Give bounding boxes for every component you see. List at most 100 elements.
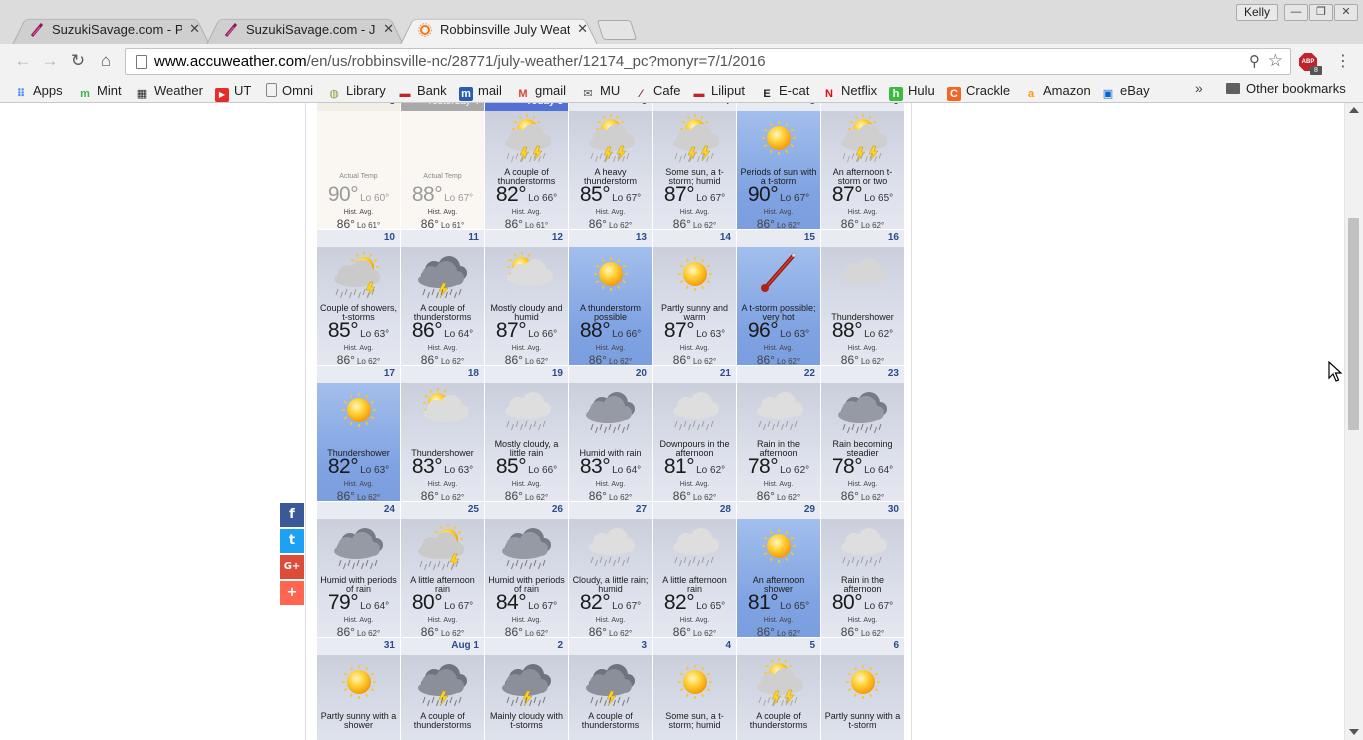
calendar-day-cell[interactable]: 11 A couple of thunderstorms 86° Lo 64° Hist… <box>401 230 484 365</box>
profile-button[interactable]: Kelly <box>1236 4 1278 21</box>
calendar-day-cell[interactable]: 16 Thundershower 88° Lo 62° Hist. Avg. 86° Lo … <box>821 230 904 365</box>
tab-suzuki-posts[interactable]: SuzukiSavage.com - Pos ✕ <box>12 14 210 45</box>
calendar-day-cell[interactable]: 23 Rain becoming steadier 78° Lo 64° Hist. A… <box>821 366 904 501</box>
reload-icon[interactable]: ↻ <box>68 51 88 71</box>
close-tab-icon[interactable]: ✕ <box>383 21 394 37</box>
scroll-down-arrow-icon[interactable] <box>1349 729 1359 735</box>
high-temp: 87° <box>831 183 863 206</box>
bookmark-label: eBay <box>1120 83 1150 98</box>
weather-icon: ▦ <box>136 88 148 100</box>
bookmark-gmail[interactable]: Mgmail <box>516 81 566 101</box>
page-info-icon[interactable] <box>136 55 147 69</box>
calendar-day-cell[interactable]: 25 A little afternoon rain 80° Lo 67° Hist. … <box>401 502 484 637</box>
calendar-day-cell[interactable]: 6Partly sunny with a t-stormLo Hist. Avg… <box>821 638 904 740</box>
calendar-day-cell[interactable]: 14 Partly sunny and warm 87° Lo 63° Hist. Av… <box>653 230 736 365</box>
calendar-day-cell[interactable]: 31Partly sunny with a showerLo Hist. Avg… <box>317 638 400 740</box>
calendar-day-cell[interactable]: 26 Humid with periods of rain 84° Lo 67° His… <box>485 502 568 637</box>
calendar-day-cell[interactable]: 27 Cloudy, a little rain; humid 82° Lo 67° H… <box>569 502 652 637</box>
bookmark-star-icon[interactable]: ☆ <box>1268 51 1283 71</box>
calendar-day-cell[interactable]: 24 Humid with periods of rain 79° Lo 64° His… <box>317 502 400 637</box>
calendar-day-cell[interactable]: 9 An afternoon t-storm or two87°Lo 65° His… <box>821 103 904 229</box>
calendar-day-cell[interactable]: 4Some sun, a t-storm; humidLo Hist. Avg.… <box>653 638 736 740</box>
calendar-day-cell[interactable]: 18 Thundershower 83° Lo 63° Hist. Avg. 86° Lo … <box>401 366 484 501</box>
calendar-day-cell[interactable]: 19 Mostly cloudy, a little rain 85° Lo 66° H… <box>485 366 568 501</box>
back-arrow-icon[interactable]: ← <box>13 51 33 71</box>
addthis-plus-icon[interactable]: + <box>280 581 304 605</box>
calendar-day-cell[interactable]: Yesterday 4 Actual Temp 88°Lo 67° Hist. Avg… <box>401 103 484 229</box>
calendar-day-cell[interactable]: 17 Thundershower 82° Lo 63° Hist. Avg. 86° Lo … <box>317 366 400 501</box>
bookmark-ebay[interactable]: ▣ eBay <box>1101 81 1150 101</box>
calendar-day-cell[interactable]: 28 A little afternoon rain 82° Lo 65° Hist. … <box>653 502 736 637</box>
high-temp: 87° <box>663 319 695 342</box>
minimize-button[interactable]: — <box>1284 4 1308 21</box>
calendar-day-cell[interactable]: 8 Periods of sun with a t-storm90°Lo 67° H… <box>737 103 820 229</box>
maximize-button[interactable]: ❐ <box>1309 4 1333 21</box>
calendar-day-cell[interactable]: 20 Humid with rain 83° Lo 64° Hist. Avg. 86° L… <box>569 366 652 501</box>
close-window-button[interactable]: ✕ <box>1334 4 1358 21</box>
address-url[interactable]: www.accuweather.com/en/us/robbinsville-n… <box>154 53 766 70</box>
bookmark-cafe[interactable]: ⁄ Cafe <box>634 81 680 101</box>
bookmark-bank[interactable]: ▬ Bank <box>398 81 447 101</box>
twitter-icon[interactable]: t <box>280 529 304 553</box>
calendar-day-cell[interactable]: 15 A t-storm possible; very hot 96° Lo 63° H… <box>737 230 820 365</box>
historical-average: 86° Lo 62° <box>420 625 465 637</box>
bookmark-netflix[interactable]: N Netflix <box>822 81 877 101</box>
historical-average: 86° Lo 62° <box>672 217 717 229</box>
calendar-day-cell[interactable]: 21 Downpours in the afternoon 81° Lo 62° His… <box>653 366 736 501</box>
facebook-icon[interactable]: f <box>280 503 304 527</box>
bookmark-apps[interactable]: ⠿ Apps <box>14 81 63 101</box>
tab-robbinsville-weather[interactable]: Robbinsville July Weathe ✕ <box>400 14 598 45</box>
bookmarks-overflow-icon[interactable]: » <box>1195 80 1203 96</box>
calendar-day-cell[interactable]: 7 Some sun, a t-storm; humid87°Lo 67° Hist… <box>653 103 736 229</box>
bookmark-mail[interactable]: m mail <box>459 81 502 101</box>
calendar-day-cell[interactable]: 5A couple of thunderstormsLo Hist. Avg.L… <box>737 638 820 740</box>
menu-icon[interactable]: ⋮ <box>1335 52 1351 72</box>
close-tab-icon[interactable]: ✕ <box>577 21 588 37</box>
temperature-row: 81° Lo 65° <box>737 591 820 615</box>
bookmark-hulu[interactable]: h Hulu <box>889 81 935 101</box>
calendar-day-cell[interactable]: 12 Mostly cloudy and humid 87° Lo 66° Hist. … <box>485 230 568 365</box>
calendar-day-cell[interactable]: Today 5 A couple of thunderstorms82°Lo 66… <box>485 103 568 229</box>
calendar-day-cell[interactable]: 22 Rain in the afternoon 78° Lo 62° Hist. Av… <box>737 366 820 501</box>
bookmark-liliput[interactable]: ▬ Liliput <box>692 81 745 101</box>
google-plus-icon[interactable]: G+ <box>280 555 304 579</box>
calendar-day-cell[interactable]: 30 Rain in the afternoon 80° Lo 67° Hist. Av… <box>821 502 904 637</box>
low-temp: Lo 67° <box>696 193 726 204</box>
calendar-day-cell[interactable]: Aug 1A couple of thunderstormsLo Hist. A… <box>401 638 484 740</box>
bookmark-amazon[interactable]: a Amazon <box>1024 81 1091 101</box>
low-temp: Lo 64° <box>360 601 390 612</box>
bookmark-mu[interactable]: ✉ MU <box>581 81 620 101</box>
bookmark-ut[interactable]: ▶ UT <box>215 81 251 102</box>
calendar-day-cell[interactable]: 6 A heavy thunderstorm85°Lo 67° Hist. Avg.… <box>569 103 652 229</box>
hist-avg-label: Hist. Avg. <box>595 345 626 352</box>
scroll-up-arrow-icon[interactable] <box>1349 107 1359 113</box>
tab-suzuki-july[interactable]: SuzukiSavage.com - July ✕ <box>206 14 404 45</box>
bookmark-omni[interactable]: Omni <box>266 81 313 101</box>
day-number: 22 <box>737 366 820 383</box>
rain-weather-icon <box>757 392 803 431</box>
calendar-day-cell[interactable]: 3 Actual Temp 90°Lo 60° Hist. Avg.86°Lo 61° <box>317 103 400 229</box>
calendar-day-cell[interactable]: 10 Couple of showers, t-storms 85° Lo 63° Hi… <box>317 230 400 365</box>
home-icon[interactable]: ⌂ <box>96 51 116 71</box>
address-bar[interactable]: www.accuweather.com/en/us/robbinsville-n… <box>125 48 1291 75</box>
hist-avg-label: Hist. Avg. <box>847 209 878 216</box>
calendar-day-cell[interactable]: 2Mainly cloudy with t-stormsLo Hist. Avg… <box>485 638 568 740</box>
vertical-scrollbar[interactable] <box>1344 103 1363 740</box>
scrollbar-thumb[interactable] <box>1348 218 1359 430</box>
calendar-day-cell[interactable]: 13 A thunderstorm possible 88° Lo 66° Hist. … <box>569 230 652 365</box>
bookmark-crackle[interactable]: C Crackle <box>947 81 1010 101</box>
bookmark-label: Weather <box>154 83 203 98</box>
calendar-day-cell[interactable]: 29 An afternoon shower 81° Lo 65° Hist. Avg.… <box>737 502 820 637</box>
forward-arrow-icon[interactable]: → <box>40 51 60 71</box>
bookmark-weather[interactable]: ▦ Weather <box>135 81 203 101</box>
new-tab-button[interactable] <box>596 20 638 40</box>
sun-weather-icon <box>846 665 880 699</box>
other-bookmarks-folder[interactable]: Other bookmarks <box>1226 81 1346 96</box>
bookmark-library[interactable]: ◍ Library <box>327 81 386 101</box>
bookmark-e-cat[interactable]: E E-cat <box>760 81 809 101</box>
bookmark-mint[interactable]: m Mint <box>78 81 121 101</box>
zoom-magnifier-icon[interactable]: ⚲ <box>1249 52 1260 70</box>
calendar-day-cell[interactable]: 3A couple of thunderstormsLo Hist. Avg.L… <box>569 638 652 740</box>
close-tab-icon[interactable]: ✕ <box>189 21 200 37</box>
low-temp: Lo 62° <box>864 329 894 340</box>
